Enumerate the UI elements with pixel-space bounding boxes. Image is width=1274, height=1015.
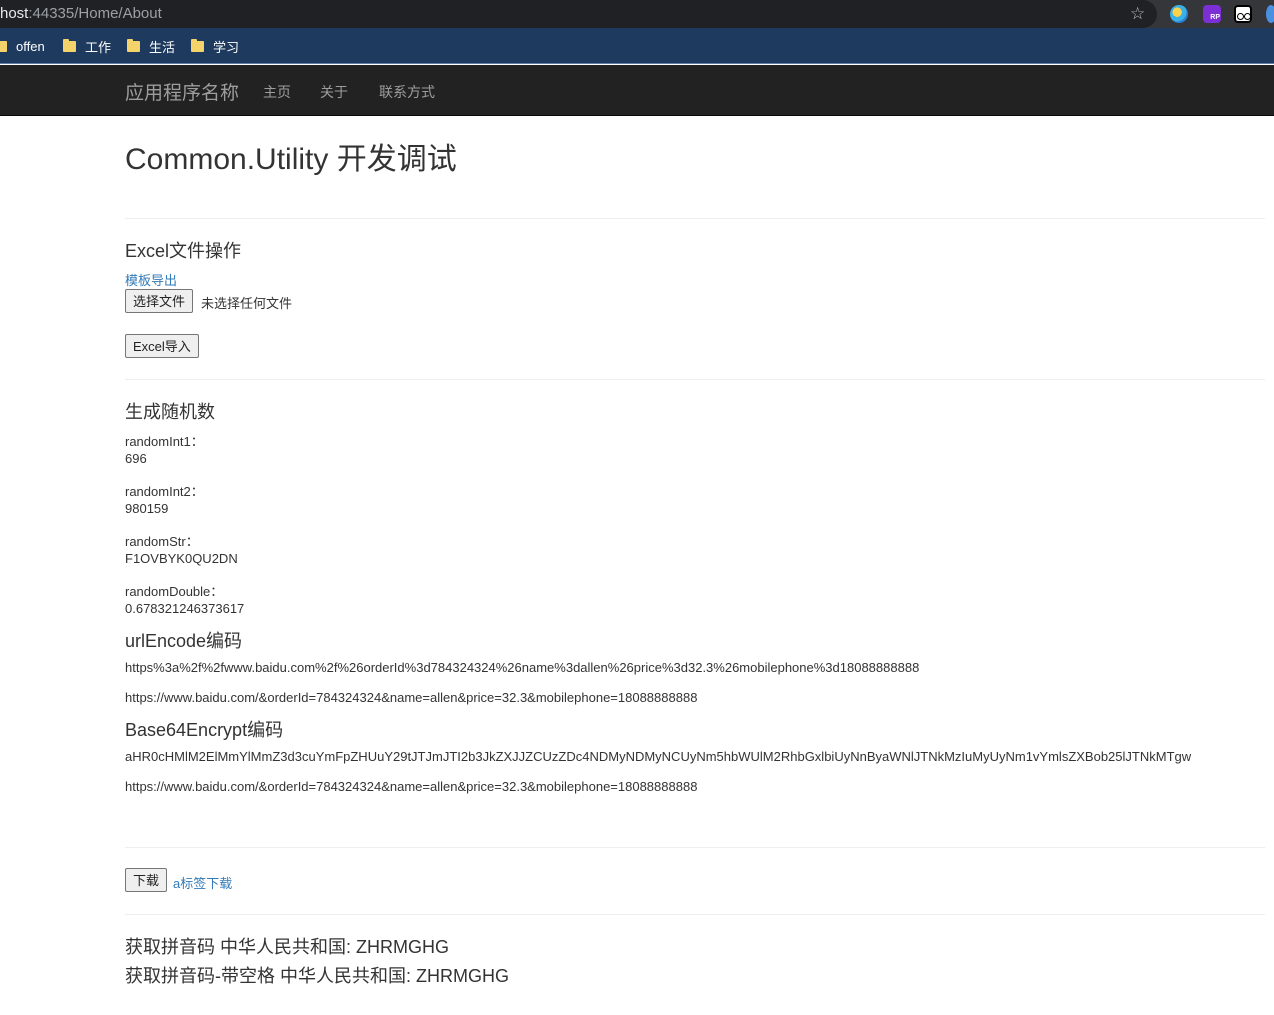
folder-icon	[127, 38, 140, 52]
folder-icon	[191, 38, 204, 52]
bookmark-star-icon[interactable]: ☆	[1130, 4, 1145, 24]
address-url[interactable]: host:44335/Home/About	[0, 5, 162, 22]
folder-icon	[63, 38, 76, 52]
random-int2-label: randomInt2：	[125, 484, 204, 499]
extension-partial-icon[interactable]	[1266, 5, 1274, 23]
excel-import-button[interactable]: Excel导入	[125, 334, 199, 358]
base64-heading: Base64Encrypt编码	[125, 720, 284, 740]
bookmark-label: 生活	[149, 39, 176, 55]
random-int1-label: randomInt1：	[125, 434, 204, 449]
template-export-link[interactable]: 模板导出	[125, 270, 177, 289]
divider	[125, 847, 1265, 848]
url-path: :44335/Home/About	[28, 5, 162, 22]
address-bar[interactable]: host:44335/Home/About ☆	[0, 0, 1157, 28]
bookmark-life[interactable]: 生活	[127, 37, 175, 55]
pinyin-spaced-line: 获取拼音码-带空格 中华人民共和国: ZHRMGHG	[125, 966, 509, 986]
divider	[125, 218, 1265, 219]
divider	[125, 379, 1265, 380]
bookmark-work[interactable]: 工作	[63, 37, 111, 55]
random-double-label: randomDouble：	[125, 584, 224, 599]
a-tag-download-link[interactable]: a标签下载	[173, 873, 232, 892]
page-title: Common.Utility 开发调试	[125, 143, 457, 176]
extension-rp-icon[interactable]: RP	[1203, 5, 1221, 23]
random-int2-value: 980159	[125, 501, 169, 516]
random-double-value: 0.678321246373617	[125, 601, 245, 616]
random-heading: 生成随机数	[125, 402, 215, 422]
nav-about[interactable]: 关于	[320, 82, 348, 102]
browser-toolbar: host:44335/Home/About ☆ RP	[0, 0, 1274, 28]
site-navbar: 应用程序名称 主页 关于 联系方式	[0, 65, 1274, 116]
no-file-chosen-text: 未选择任何文件	[201, 296, 293, 311]
bookmarks-bar: offen 工作 生活 学习	[0, 28, 1274, 64]
url-host: host	[0, 5, 29, 22]
navbar-brand[interactable]: 应用程序名称	[125, 78, 239, 105]
download-button[interactable]: 下载	[125, 868, 168, 892]
random-str-label: randomStr：	[125, 534, 199, 549]
excel-heading: Excel文件操作	[125, 241, 242, 261]
urlencode-heading: urlEncode编码	[125, 631, 243, 651]
bookmark-label: offen	[16, 38, 45, 54]
urlencode-encoded: https%3a%2f%2fwww.baidu.com%2f%26orderId…	[125, 660, 920, 675]
extension-globe-icon[interactable]	[1170, 5, 1188, 23]
pinyin-line: 获取拼音码 中华人民共和国: ZHRMGHG	[125, 937, 449, 957]
bookmark-offen[interactable]: offen	[0, 37, 45, 55]
base64-encoded: aHR0cHMlM2ElMmYlMmZ3d3cuYmFpZHUuY29tJTJm…	[125, 749, 1192, 764]
random-int1-value: 696	[125, 451, 147, 466]
nav-contact[interactable]: 联系方式	[379, 82, 435, 102]
divider	[125, 914, 1265, 915]
extension-eyes-icon[interactable]	[1234, 5, 1252, 23]
bookmark-study[interactable]: 学习	[191, 37, 239, 55]
bookmark-label: 工作	[85, 39, 112, 55]
random-str-value: F1OVBYK0QU2DN	[125, 551, 238, 566]
base64-decoded: https://www.baidu.com/&orderId=784324324…	[125, 779, 698, 794]
nav-home[interactable]: 主页	[263, 82, 291, 102]
bookmark-label: 学习	[213, 39, 240, 55]
choose-file-button[interactable]: 选择文件	[125, 289, 194, 313]
urlencode-decoded: https://www.baidu.com/&orderId=784324324…	[125, 690, 698, 705]
folder-icon	[0, 40, 7, 52]
